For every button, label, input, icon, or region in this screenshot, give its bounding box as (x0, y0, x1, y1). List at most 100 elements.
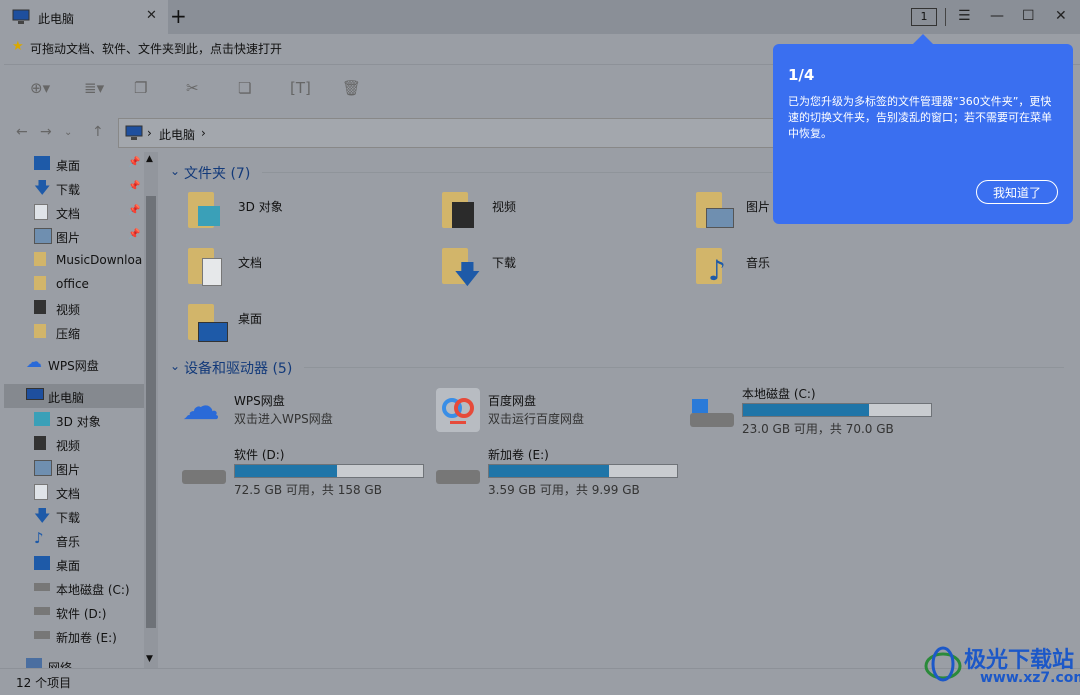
sidebar-item-label: office (56, 277, 89, 291)
sidebar-item-label: 此电脑 (48, 391, 85, 405)
scroll-down-icon[interactable]: ▼ (146, 654, 153, 664)
address-bar[interactable]: › 此电脑 › (118, 118, 780, 148)
picture-icon (34, 460, 52, 476)
pin-icon[interactable]: 📌 (128, 181, 140, 192)
tab-close-icon[interactable]: ✕ (146, 8, 157, 23)
sidebar-item-compressed[interactable]: 压缩 (4, 320, 144, 344)
drive-e[interactable]: 新加卷 (E:) 3.59 GB 可用，共 9.99 GB (436, 446, 686, 497)
tab-this-pc[interactable]: 此电脑 ✕ (0, 0, 168, 34)
new-icon[interactable]: ⊕▾ (30, 79, 50, 97)
folder-name: 下载 (492, 256, 517, 270)
computer-icon (125, 125, 143, 140)
star-icon: ★ (12, 39, 24, 54)
drive-subtitle: 72.5 GB 可用，共 158 GB (234, 483, 382, 497)
sidebar-item-drive-c[interactable]: 本地磁盘 (C:) (4, 576, 144, 600)
sidebar-item-videos[interactable]: 视频 (4, 296, 144, 320)
music-icon: ♪ (34, 529, 44, 547)
breadcrumb-this-pc[interactable]: 此电脑 (159, 126, 195, 143)
hard-drive-icon (436, 470, 480, 484)
drive-usage-fill (489, 465, 610, 477)
pin-icon[interactable]: 📌 (128, 205, 140, 216)
sidebar: 桌面 📌 🡇 下载 📌 文档 📌 图片 📌 MusicDownloa office 视频 … (4, 152, 144, 668)
cloud-icon: ☁ (182, 384, 220, 428)
watermark: 极光下载站 www.xz7.com (920, 636, 1080, 694)
tab-count-badge[interactable]: 1 (911, 8, 937, 26)
sidebar-item-3d-objects[interactable]: 3D 对象 (4, 408, 144, 432)
download-icon: 🡇 (34, 178, 51, 197)
delete-icon[interactable]: 🗑 (342, 79, 361, 97)
sidebar-item-this-pc[interactable]: 此电脑 (4, 384, 144, 408)
forward-arrow-icon[interactable]: → (40, 124, 52, 140)
sidebar-item-pictures[interactable]: 图片 📌 (4, 224, 144, 248)
drive-wps-cloud[interactable]: ☁ WPS网盘 双击进入WPS网盘 (182, 386, 422, 432)
sidebar-item-downloads[interactable]: 🡇 下载 📌 (4, 176, 144, 200)
maximize-button[interactable]: ☐ (1022, 8, 1035, 24)
sidebar-item-label: 新加卷 (E:) (56, 631, 117, 645)
scroll-thumb[interactable] (146, 196, 156, 628)
drive-c[interactable]: 本地磁盘 (C:) 23.0 GB 可用，共 70.0 GB (690, 385, 940, 436)
sidebar-item-documents-2[interactable]: 文档 (4, 480, 144, 504)
watermark-logo-icon (924, 646, 962, 682)
drive-usage-bar (742, 403, 932, 417)
folder-name: 音乐 (746, 256, 771, 270)
minimize-button[interactable]: — (990, 8, 1004, 24)
paste-icon[interactable]: ❏ (238, 79, 251, 97)
desktop-icon (34, 556, 50, 570)
sidebar-item-label: 下载 (56, 183, 81, 197)
sidebar-item-videos-2[interactable]: 视频 (4, 432, 144, 456)
rename-icon[interactable]: [T] (290, 79, 311, 97)
divider (945, 8, 946, 26)
picture-icon (706, 208, 734, 228)
back-arrow-icon[interactable]: ← (16, 124, 28, 140)
sidebar-item-label: WPS网盘 (48, 359, 99, 373)
sidebar-item-wps-cloud[interactable]: ☁ WPS网盘 (4, 352, 144, 376)
computer-icon (26, 388, 44, 400)
drive-subtitle: 双击进入WPS网盘 (234, 412, 333, 426)
drive-d[interactable]: 软件 (D:) 72.5 GB 可用，共 158 GB (182, 446, 432, 497)
sidebar-item-musicdownload[interactable]: MusicDownloa (4, 248, 144, 272)
sidebar-item-office[interactable]: office (4, 272, 144, 296)
sidebar-item-drive-d[interactable]: 软件 (D:) (4, 600, 144, 624)
sidebar-item-label: 本地磁盘 (C:) (56, 583, 130, 597)
document-icon (34, 204, 48, 220)
drive-baidu-cloud[interactable]: 百度网盘 双击运行百度网盘 (436, 388, 676, 436)
sidebar-item-music[interactable]: ♪ 音乐 (4, 528, 144, 552)
copy-icon[interactable]: ❐ (134, 79, 147, 97)
sidebar-item-label: 视频 (56, 303, 81, 317)
folder-icon (34, 324, 46, 338)
sidebar-item-drive-e[interactable]: 新加卷 (E:) (4, 624, 144, 648)
view-icon[interactable]: ≣▾ (84, 79, 104, 97)
desktop-icon (198, 322, 228, 342)
devices-section-title[interactable]: 设备和驱动器 (5) (184, 358, 292, 378)
sidebar-item-label: 下载 (56, 511, 81, 525)
folder-name: 视频 (492, 200, 517, 214)
pin-icon[interactable]: 📌 (128, 157, 140, 168)
drive-usage-fill (743, 404, 869, 416)
sidebar-item-desktop[interactable]: 桌面 📌 (4, 152, 144, 176)
scroll-up-icon[interactable]: ▲ (146, 154, 153, 164)
sidebar-item-downloads-2[interactable]: 🡇 下载 (4, 504, 144, 528)
sidebar-item-network[interactable]: 网络 (4, 654, 144, 668)
cut-icon[interactable]: ✂ (186, 79, 199, 97)
drive-usage-bar (234, 464, 424, 478)
picture-icon (34, 228, 52, 244)
folders-section-title[interactable]: 文件夹 (7) (184, 163, 250, 183)
popup-body: 已为您升级为多标签的文件管理器“360文件夹”，更快速的切换文件夹，告别凌乱的窗… (788, 95, 1052, 140)
video-icon (34, 436, 46, 450)
new-tab-button[interactable]: + (170, 4, 187, 28)
up-arrow-icon[interactable]: ↑ (92, 124, 104, 140)
folder-name: 桌面 (238, 312, 263, 326)
menu-icon[interactable]: ☰ (958, 8, 971, 24)
got-it-button[interactable]: 我知道了 (976, 180, 1058, 204)
sidebar-item-label: 3D 对象 (56, 415, 101, 429)
sidebar-item-label: 文档 (56, 487, 81, 501)
drive-icon (34, 583, 50, 591)
history-dropdown-icon[interactable]: ⌄ (64, 127, 72, 138)
collapse-icon[interactable]: ⌄ (170, 359, 180, 373)
collapse-icon[interactable]: ⌄ (170, 164, 180, 178)
pin-icon[interactable]: 📌 (128, 229, 140, 240)
close-window-button[interactable]: ✕ (1055, 8, 1067, 24)
sidebar-item-pictures-2[interactable]: 图片 (4, 456, 144, 480)
sidebar-item-desktop-2[interactable]: 桌面 (4, 552, 144, 576)
sidebar-item-documents[interactable]: 文档 📌 (4, 200, 144, 224)
